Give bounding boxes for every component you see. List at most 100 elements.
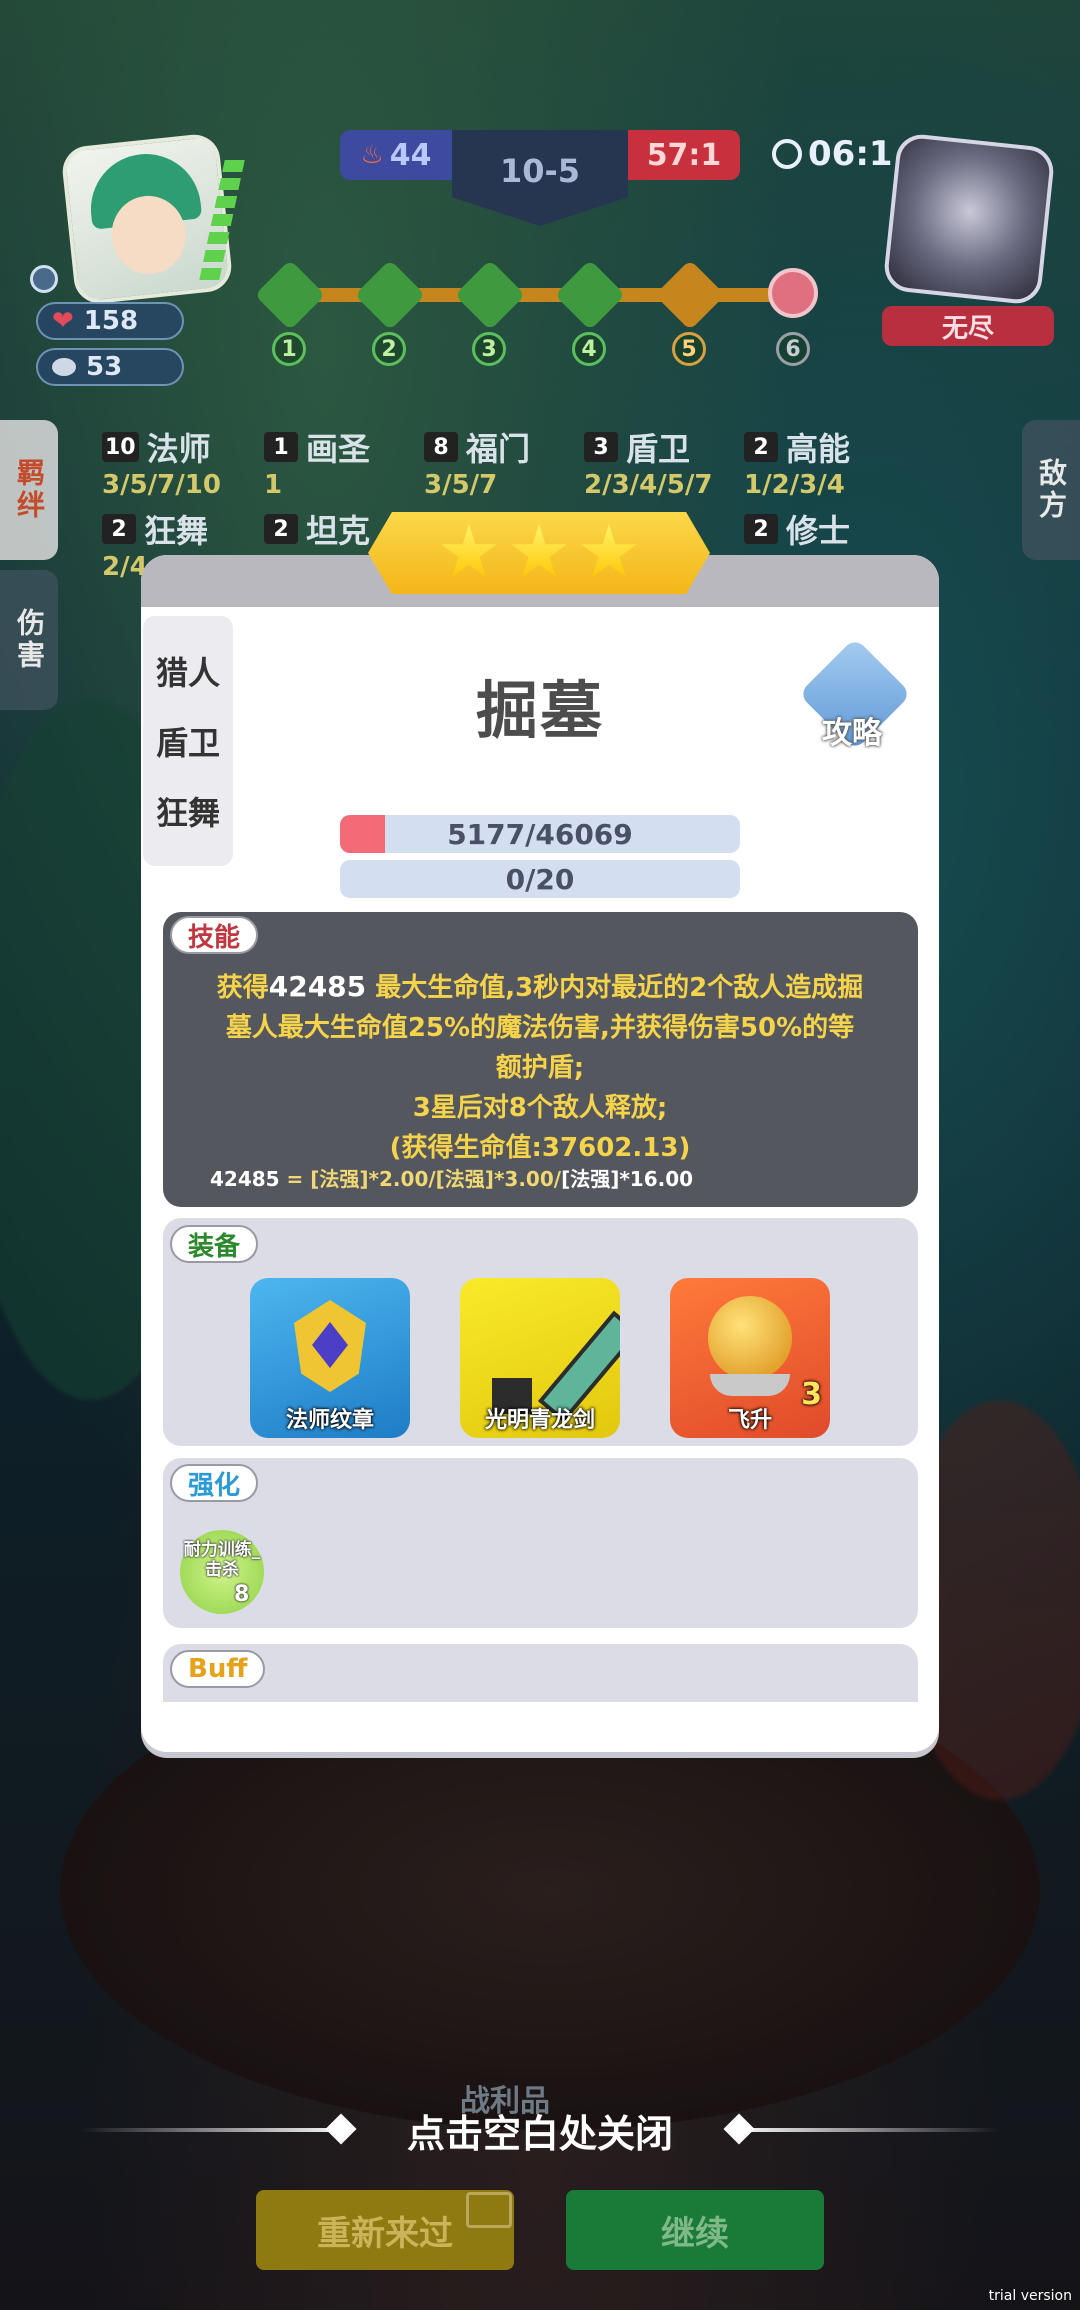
video-ad-icon (466, 2192, 512, 2228)
ascension-orb-icon (708, 1296, 792, 1380)
equipment-name: 光明青龙剑 (484, 1408, 595, 1433)
enemy-score: 57:1 (628, 130, 740, 180)
equipment-name: 法师纹章 (285, 1408, 374, 1433)
coin-icon (52, 358, 76, 376)
team-score: ♨ 44 (340, 130, 452, 180)
synergy-count: 10 (102, 432, 139, 462)
player-hp-pill: ❤ 158 (36, 302, 184, 340)
equipment-label: 装备 (170, 1225, 259, 1263)
synergy-item[interactable]: 2 坦克 (264, 506, 370, 552)
synergy-name: 福门 (466, 430, 531, 468)
skill-line-4: 3星后对8个敌人释放; (412, 1093, 668, 1123)
tab-damage[interactable]: 伤害 (0, 570, 58, 710)
synergy-item[interactable]: 2 高能 1/2/3/4 (744, 424, 850, 500)
formula-value: 42485 (210, 1167, 280, 1191)
skill-hp-value: 42485 (268, 970, 367, 1003)
skill-line-1: 获得42485 最大生命值,3秒内对最近的2个敌人造成掘 (180, 967, 900, 1008)
buff-label: Buff (170, 1650, 266, 1688)
formula-part-a: [法强]*2.00/[法强]*3.00/ (310, 1167, 562, 1191)
synergy-name: 法师 (146, 430, 211, 468)
synergy-count: 3 (584, 432, 618, 462)
wave-num-4: 4 (572, 332, 606, 366)
class-tag[interactable]: 猎人 (143, 638, 233, 704)
buff-section (163, 1644, 918, 1702)
crossed-blades (710, 1374, 790, 1396)
star-rating-banner (368, 512, 710, 594)
star-icon (581, 524, 637, 577)
tab-synergy[interactable]: 羁绊 (0, 420, 58, 560)
continue-button[interactable]: 继续 (566, 2190, 824, 2270)
synergy-item[interactable]: 3 盾卫 2/3/4/5/7 (584, 424, 712, 500)
flame-icon: ♨ (360, 140, 384, 170)
equipment-slot-pixel-sword[interactable]: 光明青龙剑 (460, 1278, 620, 1438)
synergy-item[interactable]: 10 法师 3/5/7/10 (102, 424, 221, 500)
skill-text-b: 最大生命值,3秒内对最近的2个敌人造成掘 (366, 973, 864, 1003)
synergy-name: 高能 (786, 430, 851, 468)
enhance-name: 耐力训练_击杀 (183, 1540, 261, 1580)
synergy-count: 2 (744, 432, 778, 462)
enemy-mode-label: 无尽 (941, 313, 994, 344)
equipment-name: 飞升 (727, 1408, 772, 1433)
synergy-count: 2 (264, 514, 298, 544)
player-coins: 53 (86, 352, 123, 382)
player-hp: 158 (83, 306, 139, 336)
synergy-tiers: 3/5/7/10 (102, 470, 221, 500)
wave-num-1: 1 (272, 332, 306, 366)
timer-value: 06:1 (808, 134, 893, 174)
synergy-item[interactable]: 1 画圣 1 (264, 424, 370, 500)
synergy-item[interactable]: 2 修士 (744, 506, 850, 552)
boss-skull-icon (768, 268, 818, 318)
player-coins-pill: 53 (36, 348, 184, 386)
synergy-tiers: 1/2/3/4 (744, 470, 845, 500)
formula-part-b: [法强]*16.00 (561, 1167, 694, 1191)
guide-button[interactable]: 攻略 (798, 637, 912, 751)
enemy-avatar[interactable] (882, 132, 1056, 306)
synergy-name: 画圣 (306, 430, 371, 468)
energy-bar: 0/20 (340, 860, 740, 898)
skill-description: 获得42485 最大生命值,3秒内对最近的2个敌人造成掘 墓人最大生命值25%的… (180, 967, 900, 1168)
tab-enemy-label: 敌方 (1035, 458, 1068, 522)
team-score-value: 44 (389, 137, 432, 173)
synergy-count: 8 (424, 432, 458, 462)
synergy-name: 坦克 (306, 512, 371, 550)
synergy-name: 狂舞 (144, 512, 209, 550)
synergy-name: 修士 (786, 512, 851, 550)
round-timer: 06:1 (772, 134, 893, 174)
synergy-tiers: 3/5/7 (424, 470, 498, 500)
trial-watermark: trial version (988, 2288, 1072, 2304)
enemy-score-value: 57:1 (646, 137, 722, 173)
equipment-slot-ascension[interactable]: 3 飞升 (670, 1278, 830, 1438)
clock-icon (772, 139, 802, 169)
formula-eq: = (279, 1167, 311, 1191)
wave-num-3: 3 (472, 332, 506, 366)
heart-icon: ❤ (52, 306, 74, 336)
star-icon (511, 524, 567, 577)
hp-text: 5177/46069 (447, 817, 633, 851)
synergy-tiers: 1 (264, 470, 283, 500)
synergy-count: 2 (744, 514, 778, 544)
skill-line-2: 墓人最大生命值25%的魔法伤害,并获得伤害50%的等 (225, 1013, 855, 1043)
class-tag[interactable]: 盾卫 (143, 708, 233, 774)
stage-label: 10-5 (499, 152, 581, 190)
synergy-item[interactable]: 8 福门 3/5/7 (424, 424, 530, 500)
enhance-section (163, 1458, 918, 1628)
equipment-slot-mage-emblem[interactable]: 法师纹章 (250, 1278, 410, 1438)
wave-num-6: 6 (776, 332, 810, 366)
wave-num-5: 5 (672, 332, 706, 366)
tab-synergy-label: 羁绊 (13, 458, 46, 522)
synergy-count: 2 (102, 514, 136, 544)
enemy-mode-tag: 无尽 (882, 306, 1054, 346)
synergy-name: 盾卫 (626, 430, 691, 468)
skill-line-3: 额护盾; (495, 1053, 585, 1083)
settings-gear-icon[interactable] (30, 265, 58, 293)
synergy-count: 1 (264, 432, 298, 462)
close-hint[interactable]: 点击空白处关闭 (0, 2100, 1080, 2160)
synergy-tiers: 2/3/4/5/7 (584, 470, 713, 500)
star-icon (441, 524, 497, 577)
wave-num-2: 2 (372, 332, 406, 366)
tab-enemy[interactable]: 敌方 (1022, 420, 1080, 560)
skill-line-5: (获得生命值:37602.13) (389, 1133, 691, 1163)
class-tag[interactable]: 狂舞 (143, 778, 233, 844)
enhance-level: 8 (234, 1582, 250, 1607)
guide-label: 攻略 (822, 716, 882, 751)
